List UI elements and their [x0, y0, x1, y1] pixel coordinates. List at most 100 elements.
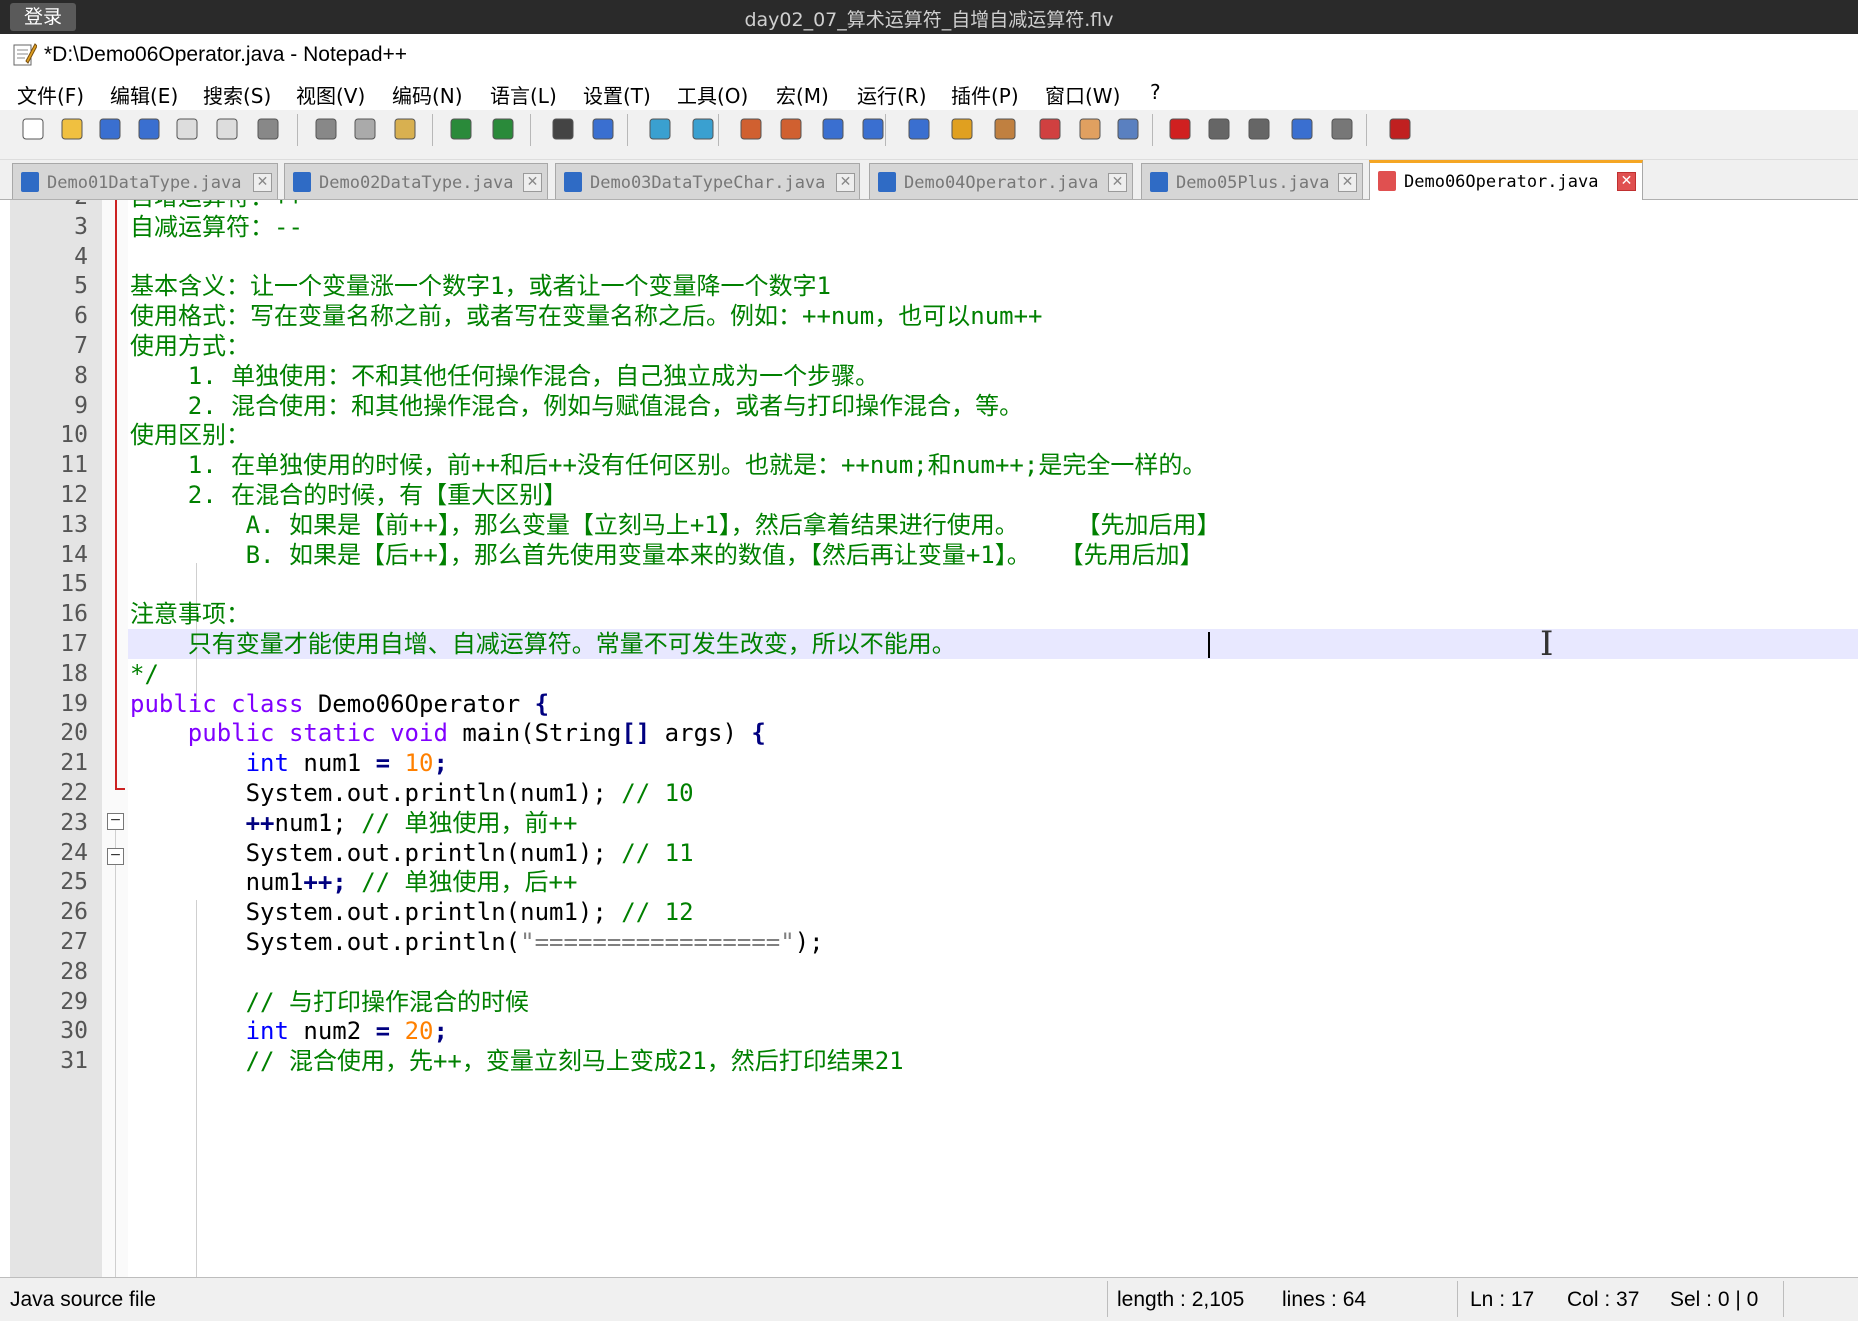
file-icon: [293, 172, 311, 192]
indent-guide-icon[interactable]: [904, 114, 934, 144]
line-number: 6: [74, 303, 88, 330]
menu-view[interactable]: 视图(V): [296, 80, 365, 109]
sync-vertical-icon[interactable]: [736, 114, 766, 144]
menu-window[interactable]: 窗口(W): [1045, 80, 1120, 109]
print-icon[interactable]: [253, 114, 283, 144]
menu-search[interactable]: 搜索(S): [203, 80, 271, 109]
show-all-chars-icon[interactable]: [858, 114, 888, 144]
menu-edit[interactable]: 编辑(E): [110, 80, 178, 109]
tab-close-icon[interactable]: ✕: [1338, 173, 1357, 192]
code-line: 23 ++num1; // 单独使用，前++: [0, 808, 1858, 838]
find-icon[interactable]: [548, 114, 578, 144]
line-number: 24: [60, 839, 88, 866]
code-token: 2. 在混合的时候，有【重大区别】: [130, 481, 568, 509]
tab-demo05[interactable]: Demo05Plus.java ✕: [1141, 163, 1363, 199]
code-token: static: [288, 719, 376, 748]
tab-demo03[interactable]: Demo03DataTypeChar.java ✕: [555, 163, 860, 199]
tab-close-icon[interactable]: ✕: [523, 173, 542, 192]
code-line: 22 System.out.println(num1); // 10: [0, 778, 1858, 808]
replace-icon[interactable]: [588, 114, 618, 144]
menu-run[interactable]: 运行(R): [857, 80, 927, 109]
line-number: 9: [74, 392, 88, 419]
run-macro-multiple-icon[interactable]: [1287, 114, 1317, 144]
udl-icon[interactable]: [947, 114, 977, 144]
menu-file[interactable]: 文件(F): [17, 80, 84, 109]
menu-settings[interactable]: 设置(T): [583, 80, 651, 109]
save-icon[interactable]: [95, 114, 125, 144]
line-number: 3: [74, 213, 88, 240]
code-line: 21 int num1 = 10;: [0, 748, 1858, 778]
monitor-icon[interactable]: [1113, 114, 1143, 144]
save-all-icon[interactable]: [134, 114, 164, 144]
record-macro-icon[interactable]: [1165, 114, 1195, 144]
status-col: Col : 37: [1567, 1288, 1640, 1311]
menu-tools[interactable]: 工具(O): [677, 80, 748, 109]
tab-close-icon[interactable]: ✕: [1617, 172, 1636, 191]
status-length: length : 2,105: [1117, 1288, 1245, 1311]
open-file-icon[interactable]: [57, 114, 87, 144]
menu-macro[interactable]: 宏(M): [776, 80, 829, 109]
paste-icon[interactable]: [390, 114, 420, 144]
code-text: System.out.println(num1); // 10: [130, 778, 694, 808]
function-list-icon[interactable]: [1035, 114, 1065, 144]
code-line: 10 使用区别：: [0, 420, 1858, 450]
sync-horizontal-icon[interactable]: [776, 114, 806, 144]
spell-check-icon[interactable]: [1385, 114, 1415, 144]
tab-close-icon[interactable]: ✕: [253, 173, 272, 192]
folder-workspace-icon[interactable]: [1075, 114, 1105, 144]
new-file-icon[interactable]: [18, 114, 48, 144]
zoom-out-icon[interactable]: [688, 114, 718, 144]
menu-help[interactable]: ?: [1150, 80, 1161, 104]
close-icon[interactable]: [172, 114, 202, 144]
menu-plugins[interactable]: 插件(P): [951, 80, 1019, 109]
code-token: // 10: [621, 779, 694, 807]
line-number: 11: [60, 452, 88, 479]
status-lines: lines : 64: [1282, 1288, 1367, 1311]
code-token: args): [664, 719, 737, 748]
stop-record-icon[interactable]: [1204, 114, 1234, 144]
code-text: int num1 = 10;: [130, 748, 448, 778]
file-icon: [1150, 172, 1168, 192]
tab-demo01[interactable]: Demo01DataType.java ✕: [12, 163, 278, 199]
tab-close-icon[interactable]: ✕: [1108, 173, 1127, 192]
code-token: // 与打印操作混合的时候: [245, 987, 529, 1016]
zoom-in-icon[interactable]: [645, 114, 675, 144]
doc-map-icon[interactable]: [990, 114, 1020, 144]
word-wrap-icon[interactable]: [818, 114, 848, 144]
code-token: 1. 在单独使用的时候，前++和后++没有任何区别。也就是：++num;和num…: [130, 451, 1207, 480]
code-token: num2: [303, 1017, 362, 1046]
line-number: 18: [60, 660, 88, 687]
line-number: 23: [60, 809, 88, 836]
code-token: 2. 混合使用：和其他操作混合，例如与赋值混合，或者与打印操作混合，等。: [130, 391, 1024, 420]
line-number: 17: [60, 631, 88, 657]
line-number: 7: [74, 333, 88, 359]
tab-demo02[interactable]: Demo02DataType.java ✕: [284, 163, 548, 199]
copy-icon[interactable]: [350, 114, 380, 144]
code-token: num1;: [274, 808, 347, 837]
tab-close-icon[interactable]: ✕: [836, 173, 855, 192]
close-all-icon[interactable]: [212, 114, 242, 144]
code-token: int: [245, 749, 289, 778]
code-text: */: [130, 659, 159, 689]
save-macro-icon[interactable]: [1327, 114, 1357, 144]
code-token: System.out.println(num1);: [245, 838, 607, 867]
code-line: 4: [0, 242, 1858, 272]
code-token: []: [621, 719, 651, 748]
toolbar-separator: [432, 114, 433, 146]
code-line: 29 // 与打印操作混合的时候: [0, 987, 1858, 1017]
menu-language[interactable]: 语言(L): [490, 80, 557, 109]
play-macro-icon[interactable]: [1244, 114, 1274, 144]
code-token: ;: [433, 749, 448, 778]
undo-icon[interactable]: [446, 114, 476, 144]
menu-encoding[interactable]: 编码(N): [392, 80, 463, 109]
cut-icon[interactable]: [311, 114, 341, 144]
code-editor[interactable]: − − 2自增运算符：++3自减运算符：--45基本含义：让一个变量涨一个数字1…: [0, 200, 1858, 1277]
redo-icon[interactable]: [488, 114, 518, 144]
tab-demo06-active[interactable]: Demo06Operator.java ✕: [1369, 160, 1643, 200]
code-token: 基本含义：让一个变量涨一个数字1，或者让一个变量降一个数字1: [130, 272, 831, 301]
tab-demo04[interactable]: Demo04Operator.java ✕: [869, 163, 1133, 199]
line-number: 13: [60, 511, 88, 538]
code-token: Demo06Operator: [317, 689, 521, 718]
code-token: int: [245, 1017, 289, 1046]
code-text: 基本含义：让一个变量涨一个数字1，或者让一个变量降一个数字1: [130, 271, 831, 301]
